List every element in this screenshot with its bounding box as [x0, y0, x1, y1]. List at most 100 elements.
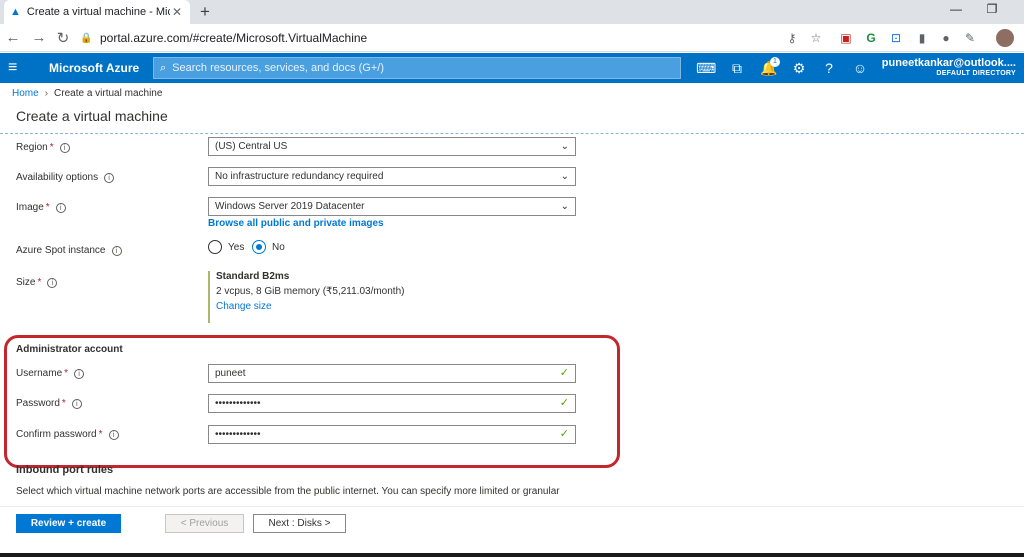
address-bar-row: ← → ↻ 🔒 portal.azure.com/#create/Microso…	[0, 24, 1024, 52]
chevron-down-icon: ⌄	[560, 141, 569, 152]
extension-eyedropper-icon[interactable]: ✎	[962, 30, 978, 46]
region-label-text: Region	[16, 142, 48, 153]
footer-bar	[0, 506, 1024, 557]
tab-title: Create a virtual machine - Micros	[26, 6, 170, 18]
info-icon[interactable]: i	[71, 398, 82, 409]
key-icon[interactable]: ⚷	[784, 30, 800, 46]
breadcrumb-current: Create a virtual machine	[54, 88, 163, 99]
new-tab-button[interactable]: +	[196, 2, 214, 22]
size-label: Size * i	[16, 277, 58, 288]
region-label: Region * i	[16, 142, 70, 153]
reload-icon[interactable]: ↻	[54, 29, 72, 47]
brand-title[interactable]: Microsoft Azure	[49, 61, 139, 75]
info-icon[interactable]: i	[104, 172, 115, 183]
username-value: puneet	[215, 368, 246, 379]
extension-circle-icon[interactable]: ●	[938, 30, 954, 46]
search-input[interactable]: ⌕ Search resources, services, and docs (…	[153, 57, 681, 79]
divider	[0, 133, 1024, 134]
review-create-button[interactable]: Review + create	[16, 514, 121, 533]
extension-chart-icon[interactable]: ▮	[914, 30, 930, 46]
availability-label-text: Availability options	[16, 172, 99, 183]
next-button[interactable]: Next : Disks >	[253, 514, 346, 533]
password-value: •••••••••••••	[215, 398, 261, 409]
username-label-text: Username	[16, 368, 63, 379]
region-value: (US) Central US	[215, 141, 288, 152]
breadcrumb-home[interactable]: Home	[12, 88, 39, 99]
browser-tab[interactable]: ▲ Create a virtual machine - Micros ✕	[4, 0, 190, 24]
confirm-password-label-text: Confirm password	[16, 429, 97, 440]
info-icon[interactable]: i	[55, 202, 66, 213]
info-icon[interactable]: i	[47, 277, 58, 288]
spot-no-label: No	[272, 241, 285, 253]
spot-label: Azure Spot instance i	[16, 245, 122, 256]
url-field[interactable]: 🔒 portal.azure.com/#create/Microsoft.Vir…	[80, 28, 840, 48]
settings-icon[interactable]: ⚙	[789, 58, 809, 78]
menu-icon[interactable]: ≡	[8, 59, 17, 77]
extension-translate-icon[interactable]: ⊡	[888, 30, 904, 46]
extension-grammarly-icon[interactable]: G	[863, 30, 879, 46]
confirm-password-label: Confirm password * i	[16, 429, 119, 440]
info-icon[interactable]: i	[111, 245, 122, 256]
password-input[interactable]: ••••••••••••• ✓	[208, 394, 576, 413]
browser-tab-bar: ▲ Create a virtual machine - Micros ✕ + …	[0, 0, 1024, 24]
change-size-link[interactable]: Change size	[216, 301, 404, 312]
account-name: puneetkankar@outlook....	[881, 57, 1016, 69]
checkmark-icon: ✓	[559, 367, 569, 379]
password-label: Password * i	[16, 398, 82, 409]
region-select[interactable]: (US) Central US ⌄	[208, 137, 576, 156]
image-label: Image * i	[16, 202, 66, 213]
admin-section-title: Administrator account	[16, 344, 123, 355]
image-select[interactable]: Windows Server 2019 Datacenter ⌄	[208, 197, 576, 216]
profile-avatar[interactable]	[996, 29, 1014, 47]
checkmark-icon: ✓	[559, 428, 569, 440]
help-icon[interactable]: ?	[819, 58, 839, 78]
info-icon[interactable]: i	[108, 429, 119, 440]
info-icon[interactable]: i	[59, 142, 70, 153]
spot-label-text: Azure Spot instance	[16, 245, 106, 256]
size-summary: Standard B2ms 2 vcpus, 8 GiB memory (₹5,…	[208, 271, 404, 323]
feedback-icon[interactable]: ☺	[850, 58, 870, 78]
confirm-password-input[interactable]: ••••••••••••• ✓	[208, 425, 576, 444]
forward-icon[interactable]: →	[30, 29, 48, 46]
confirm-password-value: •••••••••••••	[215, 429, 261, 440]
account-menu[interactable]: puneetkankar@outlook.... DEFAULT DIRECTO…	[882, 57, 1016, 77]
azure-logo-icon: ▲	[10, 6, 21, 18]
previous-button[interactable]: < Previous	[165, 514, 244, 533]
size-specs: 2 vcpus, 8 GiB memory (₹5,211.03/month)	[216, 286, 405, 297]
inbound-section-title: Inbound port rules	[16, 464, 114, 476]
browse-images-link[interactable]: Browse all public and private images	[208, 218, 384, 229]
chevron-right-icon: ›	[44, 88, 49, 99]
info-icon[interactable]: i	[74, 368, 85, 379]
username-input[interactable]: puneet ✓	[208, 364, 576, 383]
cloud-shell-icon[interactable]: ⌨	[696, 58, 716, 78]
back-icon[interactable]: ←	[4, 29, 22, 46]
radio-circle-selected	[252, 240, 266, 254]
image-value: Windows Server 2019 Datacenter	[215, 201, 365, 212]
restore-icon[interactable]: ❐	[982, 2, 1002, 16]
lock-icon: 🔒	[80, 32, 93, 44]
chevron-down-icon: ⌄	[560, 201, 569, 212]
directory-filter-icon[interactable]: ⧉	[727, 58, 747, 78]
star-icon[interactable]: ☆	[808, 30, 824, 46]
spot-no-radio[interactable]: No	[252, 240, 285, 254]
close-tab-icon[interactable]: ✕	[170, 5, 184, 19]
chevron-down-icon: ⌄	[560, 171, 569, 182]
availability-value: No infrastructure redundancy required	[215, 171, 384, 182]
scroll-fade	[0, 496, 1024, 506]
breadcrumb: Home › Create a virtual machine	[12, 88, 162, 99]
size-label-text: Size	[16, 277, 36, 288]
image-label-text: Image	[16, 202, 44, 213]
search-placeholder: Search resources, services, and docs (G+…	[172, 62, 385, 74]
availability-select[interactable]: No infrastructure redundancy required ⌄	[208, 167, 576, 186]
username-label: Username * i	[16, 368, 85, 379]
checkmark-icon: ✓	[559, 397, 569, 409]
size-name: Standard B2ms	[216, 271, 290, 282]
bottom-edge	[0, 553, 1024, 557]
extension-pocket-icon[interactable]: ▣	[838, 30, 854, 46]
account-directory: DEFAULT DIRECTORY	[936, 70, 1016, 77]
spot-yes-radio[interactable]: Yes	[208, 240, 244, 254]
search-icon: ⌕	[160, 61, 167, 74]
radio-circle	[208, 240, 222, 254]
url-text: portal.azure.com/#create/Microsoft.Virtu…	[100, 31, 368, 45]
minimize-icon[interactable]: —	[946, 2, 966, 16]
